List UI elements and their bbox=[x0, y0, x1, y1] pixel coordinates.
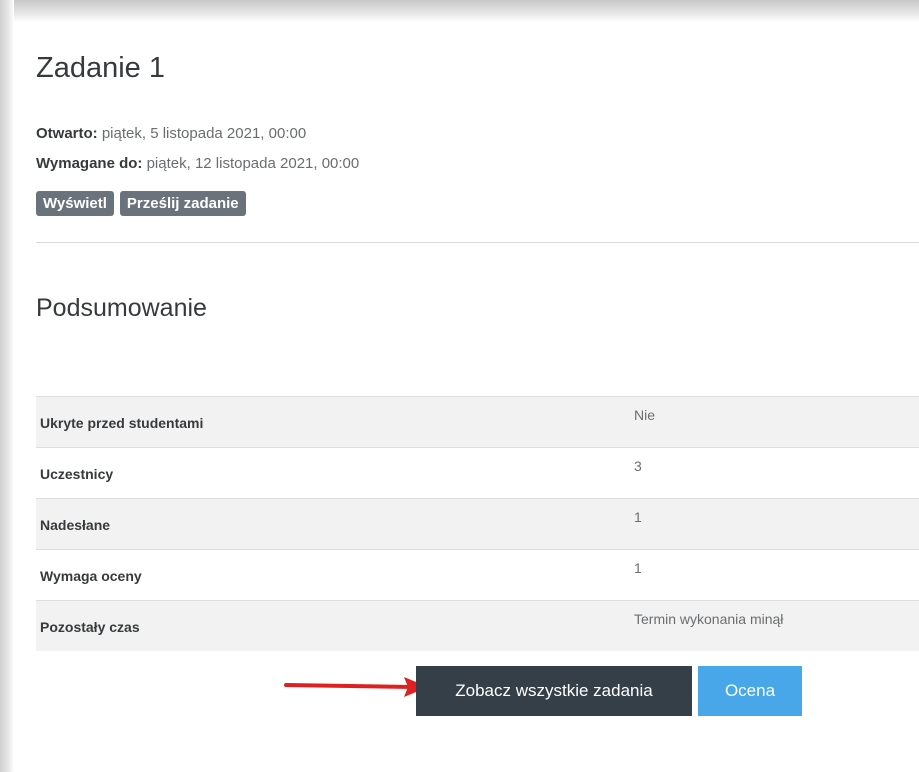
table-row: Wymaga oceny 1 bbox=[36, 549, 919, 601]
table-row: Nadesłane 1 bbox=[36, 498, 919, 550]
row-label: Pozostały czas bbox=[40, 619, 140, 635]
summary-table: Ukryte przed studentami Nie Uczestnicy 3… bbox=[36, 396, 919, 651]
row-label: Nadesłane bbox=[40, 517, 111, 533]
due-label: Wymagane do: bbox=[36, 155, 143, 172]
row-value-cell: Nie bbox=[616, 396, 919, 448]
row-label-cell: Nadesłane bbox=[36, 498, 616, 550]
row-label: Wymaga oceny bbox=[40, 568, 142, 584]
opened-date: Otwarto: piątek, 5 listopada 2021, 00:00 bbox=[36, 125, 306, 142]
row-value: 1 bbox=[634, 509, 642, 525]
submit-assignment-badge[interactable]: Prześlij zadanie bbox=[119, 191, 246, 216]
row-label-cell: Uczestnicy bbox=[36, 447, 616, 499]
row-label: Ukryte przed studentami bbox=[40, 415, 204, 431]
view-badge[interactable]: Wyświetl bbox=[36, 191, 114, 216]
row-value-cell: 1 bbox=[616, 549, 919, 601]
opened-value: piątek, 5 listopada 2021, 00:00 bbox=[101, 125, 307, 142]
row-value: 1 bbox=[634, 560, 642, 576]
table-row: Ukryte przed studentami Nie bbox=[36, 396, 919, 448]
table-row: Uczestnicy 3 bbox=[36, 447, 919, 499]
arrow-shaft bbox=[284, 683, 414, 689]
row-label: Uczestnicy bbox=[40, 466, 114, 482]
table-row: Pozostały czas Termin wykonania minął bbox=[36, 600, 919, 651]
row-value: 3 bbox=[634, 458, 642, 474]
summary-heading: Podsumowanie bbox=[36, 294, 207, 322]
activity-badges: Wyświetl Prześlij zadanie bbox=[36, 191, 246, 216]
left-shadow bbox=[0, 0, 14, 772]
assignment-card: Zadanie 1 Otwarto: piątek, 5 listopada 2… bbox=[14, 22, 919, 772]
row-label-cell: Wymaga oceny bbox=[36, 549, 616, 601]
red-arrow-icon bbox=[284, 677, 428, 697]
row-label-cell: Ukryte przed studentami bbox=[36, 396, 616, 448]
section-divider bbox=[36, 242, 919, 243]
row-value: Termin wykonania minął bbox=[634, 611, 784, 627]
grade-button[interactable]: Ocena bbox=[698, 666, 802, 716]
row-value-cell: Termin wykonania minął bbox=[616, 600, 919, 651]
due-date: Wymagane do: piątek, 12 listopada 2021, … bbox=[36, 155, 359, 172]
screenshot-frame: Zadanie 1 Otwarto: piątek, 5 listopada 2… bbox=[0, 0, 919, 772]
row-value-cell: 3 bbox=[616, 447, 919, 499]
row-label-cell: Pozostały czas bbox=[36, 600, 616, 651]
opened-label: Otwarto: bbox=[36, 125, 98, 142]
view-all-submissions-button[interactable]: Zobacz wszystkie zadania bbox=[416, 666, 692, 716]
top-shadow bbox=[0, 0, 919, 22]
assignment-title: Zadanie 1 bbox=[36, 52, 165, 84]
row-value: Nie bbox=[634, 407, 656, 423]
row-value-cell: 1 bbox=[616, 498, 919, 550]
summary-actions: Zobacz wszystkie zadania Ocena bbox=[416, 666, 802, 716]
due-value: piątek, 12 listopada 2021, 00:00 bbox=[146, 155, 360, 172]
